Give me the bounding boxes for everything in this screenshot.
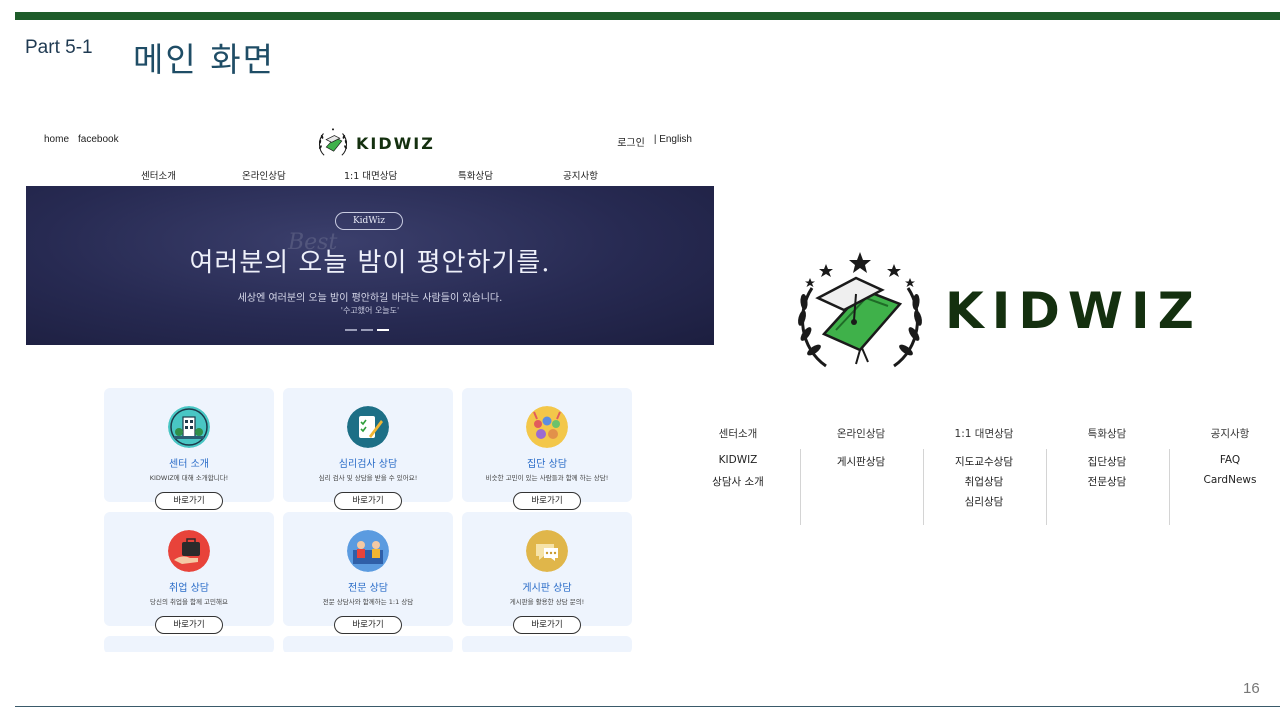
facebook-link[interactable]: facebook — [78, 134, 119, 145]
card-title: 전문 상담 — [348, 583, 388, 594]
group-people-icon — [526, 406, 568, 448]
slide-title: 메인 화면 — [133, 40, 275, 79]
sitemap-item-job-counsel[interactable]: 취업상담 — [934, 474, 1034, 489]
sitemap-item-expert-counsel[interactable]: 전문상담 — [1057, 474, 1157, 489]
sitemap-divider — [1046, 449, 1047, 525]
sitemap-item-advisor-counsel[interactable]: 지도교수상담 — [934, 454, 1034, 469]
sitemap-heading: 1:1 대면상담 — [954, 428, 1014, 440]
big-logo-text: KIDWIZ — [945, 282, 1202, 340]
sitemap-heading: 온라인상담 — [836, 428, 886, 440]
counselor-icon — [347, 530, 389, 572]
card-go-button[interactable]: 바로가기 — [513, 492, 581, 510]
site-logo-text: KIDWIZ — [356, 133, 435, 153]
sitemap-divider — [923, 449, 924, 525]
carousel-dot[interactable] — [361, 329, 373, 331]
sitemap-item-cardnews[interactable]: CardNews — [1180, 474, 1280, 486]
hero-subtitle: 세상엔 여러분의 오늘 밤이 평안하길 바라는 사람들이 있습니다. — [237, 293, 503, 304]
card-desc: 심리 검사 및 상담을 받을 수 있어요! — [318, 474, 418, 482]
sitemap-item-faq[interactable]: FAQ — [1180, 454, 1280, 466]
sitemap-heading: 센터소개 — [718, 428, 758, 440]
building-icon — [168, 406, 210, 448]
sitemap-item-psych-counsel[interactable]: 심리상담 — [934, 494, 1034, 509]
hero-banner: Best KidWiz 여러분의 오늘 밤이 평안하기를. 세상엔 여러분의 오… — [26, 186, 714, 345]
site-nav: 센터소개 온라인상담 1:1 대면상담 특화상담 공지사항 — [26, 166, 714, 186]
nav-special-counsel[interactable]: 특화상담 — [458, 168, 493, 182]
card-title: 집단 상담 — [527, 459, 567, 470]
nav-face-counsel[interactable]: 1:1 대면상담 — [344, 168, 397, 182]
sitemap-heading: 특화상담 — [1087, 428, 1127, 440]
card-desc: 게시판을 활용한 상담 문의! — [509, 598, 585, 606]
card-partial — [283, 636, 453, 652]
part-label: Part 5-1 — [25, 37, 93, 58]
sitemap-item-board-counsel[interactable]: 게시판상담 — [811, 454, 911, 469]
card-desc: 전문 상담사와 함께하는 1:1 상담 — [322, 598, 414, 606]
card-go-button[interactable]: 바로가기 — [155, 616, 223, 634]
card-board-counsel[interactable]: 게시판 상담 게시판을 활용한 상담 문의! 바로가기 — [462, 512, 632, 634]
card-psych-test[interactable]: 심리검사 상담 심리 검사 및 상담을 받을 수 있어요! 바로가기 — [283, 388, 453, 510]
hero-pill: KidWiz — [335, 212, 403, 230]
nav-online-counsel[interactable]: 온라인상담 — [242, 168, 286, 182]
chat-bubble-icon — [526, 530, 568, 572]
card-center-intro[interactable]: 센터 소개 KIDWIZ에 대해 소개합니다! 바로가기 — [104, 388, 274, 510]
card-go-button[interactable]: 바로가기 — [334, 492, 402, 510]
carousel-indicators — [345, 329, 389, 331]
card-go-button[interactable]: 바로가기 — [334, 616, 402, 634]
briefcase-hand-icon — [168, 530, 210, 572]
hero-quote: '수고했어 오늘도' — [340, 306, 400, 315]
sitemap-item-kidwiz[interactable]: KIDWIZ — [688, 454, 788, 466]
site-top-bar: home facebook KIDWIZ 로그인 | English — [26, 122, 714, 162]
nav-notice[interactable]: 공지사항 — [563, 168, 598, 182]
card-title: 센터 소개 — [169, 459, 209, 470]
top-links: home facebook — [44, 134, 119, 145]
card-partial — [462, 636, 632, 652]
card-go-button[interactable]: 바로가기 — [155, 492, 223, 510]
kidwiz-big-emblem — [796, 250, 924, 378]
sitemap-item-group-counsel[interactable]: 집단상담 — [1057, 454, 1157, 469]
login-link[interactable]: 로그인 — [617, 134, 645, 149]
card-title: 게시판 상담 — [522, 583, 572, 594]
top-green-rule — [15, 12, 1280, 20]
kidwiz-emblem-icon — [798, 252, 922, 368]
sitemap-heading: 공지사항 — [1210, 428, 1250, 440]
card-job-counsel[interactable]: 취업 상담 당신의 취업을 함께 고민해요 바로가기 — [104, 512, 274, 634]
card-title: 심리검사 상담 — [338, 459, 398, 470]
nav-center-intro[interactable]: 센터소개 — [141, 168, 176, 182]
carousel-dot-active[interactable] — [377, 329, 389, 331]
card-group-counsel[interactable]: 집단 상담 비슷한 고민이 있는 사람들과 함께 하는 상담! 바로가기 — [462, 388, 632, 510]
page-number: 16 — [1243, 680, 1260, 697]
card-title: 취업 상담 — [169, 583, 209, 594]
english-link[interactable]: | English — [654, 134, 692, 149]
checklist-pen-icon — [347, 406, 389, 448]
website-screenshot: home facebook KIDWIZ 로그인 | English 센터소개 … — [26, 122, 714, 652]
sitemap-divider — [800, 449, 801, 525]
card-go-button[interactable]: 바로가기 — [513, 616, 581, 634]
card-desc: 비슷한 고민이 있는 사람들과 함께 하는 상담! — [485, 474, 609, 482]
card-expert-counsel[interactable]: 전문 상담 전문 상담사와 함께하는 1:1 상담 바로가기 — [283, 512, 453, 634]
card-desc: 당신의 취업을 함께 고민해요 — [150, 598, 228, 606]
home-link[interactable]: home — [44, 134, 69, 145]
kidwiz-emblem-icon — [318, 128, 348, 156]
hero-title: 여러분의 오늘 밤이 평안하기를. — [189, 248, 551, 278]
site-logo[interactable]: KIDWIZ — [316, 126, 435, 160]
card-desc: KIDWIZ에 대해 소개합니다! — [149, 474, 229, 482]
carousel-dot[interactable] — [345, 329, 357, 331]
sitemap-item-counselor-intro[interactable]: 상담사 소개 — [688, 474, 788, 489]
bottom-rule — [15, 706, 1280, 707]
sitemap-divider — [1169, 449, 1170, 525]
card-partial — [104, 636, 274, 652]
account-links: 로그인 | English — [617, 134, 692, 149]
